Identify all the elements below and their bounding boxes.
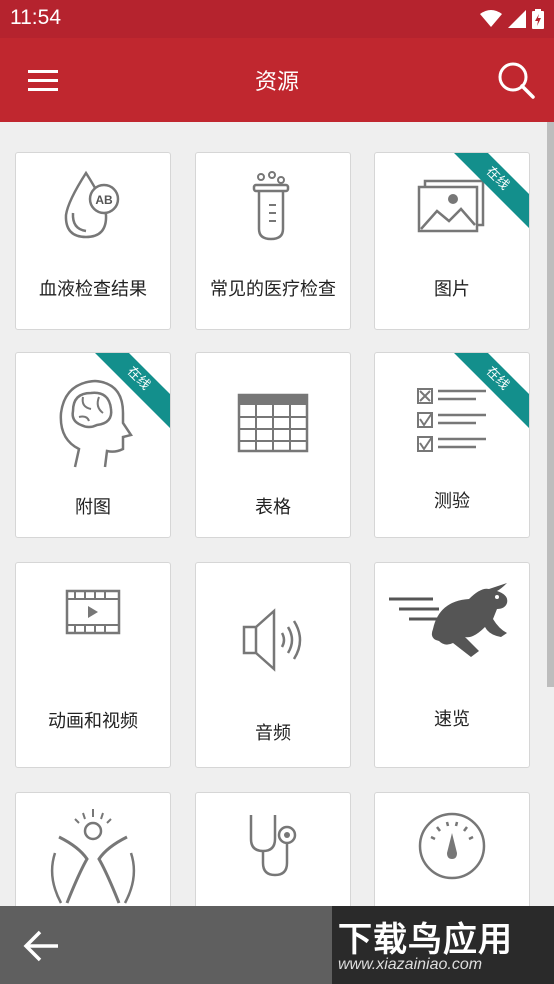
status-icons — [480, 8, 544, 30]
svg-text:AB: AB — [95, 193, 113, 207]
tile-label: 速览 — [434, 709, 470, 730]
back-button[interactable] — [20, 926, 62, 966]
app-bar: 资源 — [0, 38, 554, 122]
tile-quick-view[interactable]: 速览 — [374, 562, 530, 768]
search-button[interactable] — [494, 58, 538, 102]
scrollbar[interactable] — [547, 122, 554, 687]
tile-label: 测验 — [434, 491, 470, 512]
watermark: 下载鸟应用 www.xiazainiao.com — [332, 906, 554, 984]
wifi-icon — [480, 10, 502, 27]
signal-icon — [508, 10, 526, 28]
tile-images[interactable]: 在线 图片 — [374, 152, 530, 330]
tile-label: 动画和视频 — [48, 711, 138, 732]
tile-label: 附图 — [75, 497, 111, 518]
human-figure-icon — [50, 809, 136, 904]
status-bar: 11:54 — [0, 0, 554, 38]
tile-label: 音频 — [255, 723, 291, 744]
tile-label: 图片 — [434, 279, 470, 300]
tile-label: 表格 — [255, 497, 291, 518]
search-icon — [498, 62, 535, 99]
bottom-bar: 下载鸟应用 www.xiazainiao.com — [0, 906, 554, 984]
tile-quiz[interactable]: 在线 测验 — [374, 352, 530, 538]
rabbit-icon — [389, 583, 508, 657]
status-time: 11:54 — [10, 6, 61, 29]
watermark-url: www.xiazainiao.com — [338, 956, 483, 973]
page-title: 资源 — [254, 70, 299, 95]
watermark-title: 下载鸟应用 — [338, 920, 513, 960]
tile-blood-test-results[interactable]: AB 血液检查结果 — [15, 152, 171, 330]
back-arrow-icon — [23, 930, 58, 962]
brain-head-icon — [59, 379, 133, 468]
gauge-icon — [418, 812, 486, 880]
test-tube-icon — [252, 171, 290, 241]
tile-illustrations[interactable]: 在线 附图 — [15, 352, 171, 538]
battery-icon — [532, 9, 544, 29]
stethoscope-icon — [249, 815, 297, 877]
blood-drop-icon: AB — [64, 170, 120, 239]
table-icon — [237, 393, 309, 453]
speaker-icon — [242, 608, 302, 672]
tile-animations-videos[interactable]: 动画和视频 — [15, 562, 171, 768]
tile-common-medical-tests[interactable]: 常见的医疗检查 — [195, 152, 351, 330]
resources-grid[interactable]: AB 血液检查结果 常见的医疗检查 在线 图片 在线 附图 表格 在线 测验 动… — [0, 122, 554, 984]
film-strip-icon — [65, 589, 121, 635]
image-icon — [417, 179, 485, 233]
tile-label: 常见的医疗检查 — [210, 279, 336, 300]
tile-label: 血液检查结果 — [39, 279, 147, 300]
checklist-icon — [417, 388, 486, 452]
tile-tables[interactable]: 表格 — [195, 352, 351, 538]
tile-audio[interactable]: 音频 — [195, 562, 351, 768]
